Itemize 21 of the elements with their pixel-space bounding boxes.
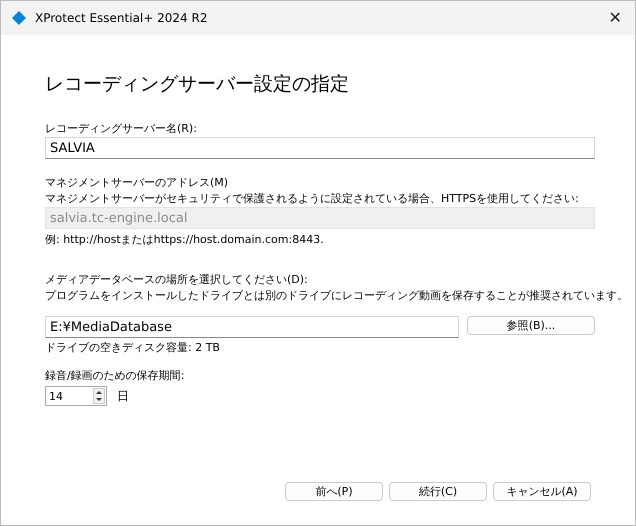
server-name-field[interactable]: SALVIA [45,137,595,159]
retention-spinner[interactable]: 14 [45,386,107,406]
window-title: XProtect Essential+ 2024 R2 [35,11,208,25]
spin-arrows-icon[interactable] [93,388,105,404]
path-field[interactable]: E:¥MediaDatabase [45,316,459,338]
example-text: 例: http://hostまたはhttps://host.domain.com:8443. [45,232,325,248]
field-label: レコーディングサーバー名(R): [45,121,198,137]
dialog-button[interactable]: キャンセル(A) [493,482,591,501]
page-heading: レコーディングサーバー設定の指定 [45,72,350,97]
field-label: 録音/録画のための保存期間: [45,368,186,384]
dialog-button[interactable]: 前へ(P) [285,482,383,501]
free-space-text: ドライブの空きディスク容量: 2 TB [45,340,221,356]
close-button[interactable]: ✕ [595,1,635,35]
dialog-button[interactable]: 続行(C) [389,482,487,501]
hint-text: プログラムをインストールしたドライブとは別のドライブにレコーディング動画を保存することが推奨されています。 [45,288,629,304]
browse-button[interactable]: 参照(B)... [467,316,595,335]
hint-text: マネジメントサーバーがセキュリティで保護されるように設定されている場合、HTTPSを使用してください: [45,191,580,207]
field-label: マネジメントサーバーのアドレス(M) [45,175,230,191]
diamond-icon [12,11,26,25]
unit-label: 日 [117,388,129,404]
field-label: メディアデータベースの場所を選択してください(D): [45,272,309,288]
